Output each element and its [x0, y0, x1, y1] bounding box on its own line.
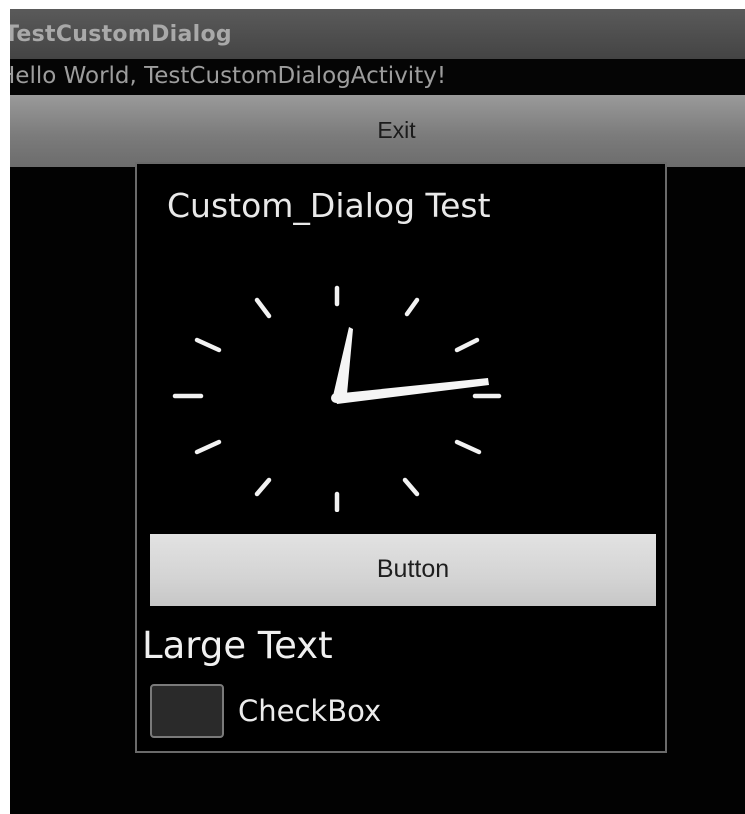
dialog-title: Custom_Dialog Test	[167, 186, 491, 225]
clock-tick-8	[194, 439, 222, 455]
clock-tick-7	[254, 477, 272, 497]
clock-tick-5	[402, 477, 420, 497]
checkbox[interactable]: CheckBox	[150, 684, 470, 744]
exit-button-label: Exit	[377, 117, 416, 143]
device-screen: TestCustomDialog Hello World, TestCustom…	[10, 9, 745, 814]
clock-center	[331, 393, 341, 403]
clock-hour-hand	[333, 327, 353, 396]
dialog-button-label: Button	[376, 555, 450, 583]
clock-minute-hand	[333, 378, 489, 404]
app-title: TestCustomDialog	[10, 22, 232, 47]
hello-world-text: Hello World, TestCustomDialogActivity!	[10, 63, 447, 89]
clock-tick-1	[404, 297, 420, 317]
clock-tick-4	[454, 439, 482, 455]
dialog-button[interactable]: Button	[150, 534, 656, 606]
clock-tick-11	[254, 297, 272, 319]
clock-tick-2	[454, 337, 480, 353]
title-bar: TestCustomDialog	[10, 9, 745, 59]
checkbox-label: CheckBox	[238, 694, 382, 728]
custom-dialog: Custom_Dialog Test Button Large Text Che…	[135, 162, 667, 753]
clock-tick-10	[194, 337, 222, 353]
exit-button[interactable]: Exit	[10, 95, 745, 167]
large-text: Large Text	[142, 624, 333, 667]
analog-clock	[165, 272, 505, 513]
hello-text-row: Hello World, TestCustomDialogActivity!	[10, 59, 745, 95]
checkbox-box[interactable]	[150, 684, 224, 738]
clock-icon	[172, 285, 502, 513]
